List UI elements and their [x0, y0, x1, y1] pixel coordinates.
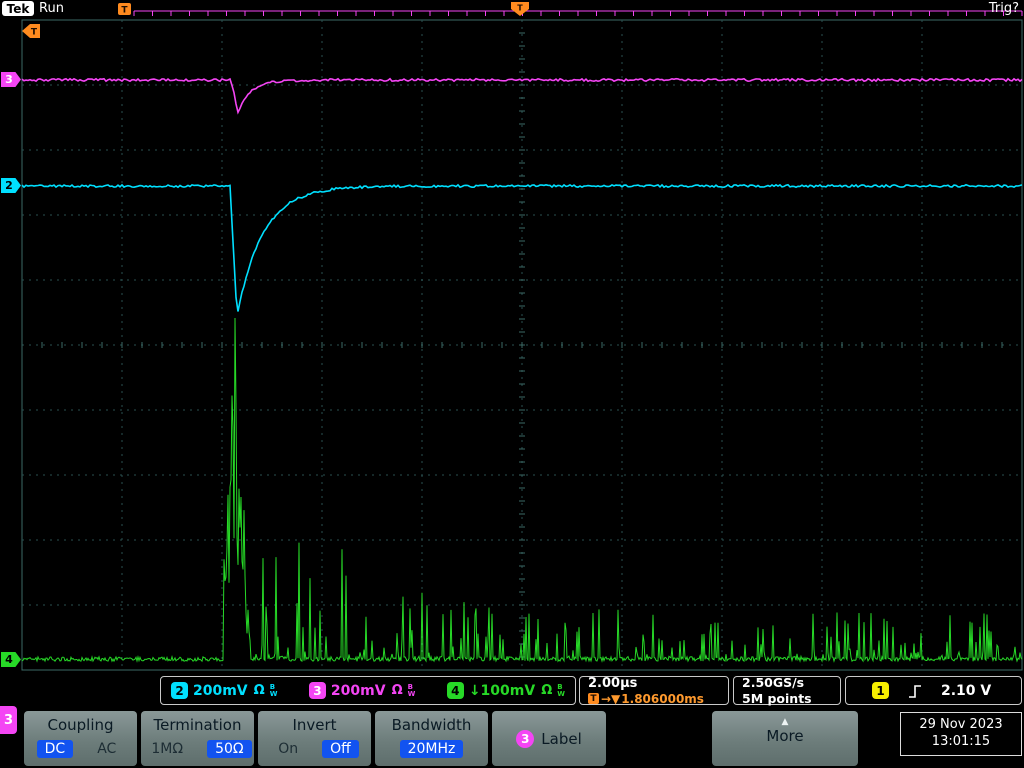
ch3-readout[interactable]: 3 200mV Ω B W: [308, 682, 416, 699]
tek-logo: Tek: [2, 1, 34, 16]
ch4-badge: 4: [446, 682, 464, 699]
delay-readout: T →▼ 1.806000ms: [588, 692, 704, 706]
timebase-value: 2.00µs: [588, 675, 638, 691]
ch2-bandwidth-limit-icon: B W: [269, 683, 278, 698]
termination-options: 1MΩ 50Ω: [143, 740, 252, 758]
trigger-status: Trig?: [988, 1, 1019, 16]
ch3-badge: 3: [308, 682, 326, 699]
record-trigger-label: T: [121, 6, 128, 16]
channel3-menu-tab[interactable]: 3: [0, 706, 17, 734]
bw-bottom: W: [557, 689, 565, 698]
coupling-options: DC AC: [36, 740, 125, 758]
ch3-scale: 200mV: [330, 682, 386, 699]
datetime-display: 29 Nov 2023 13:01:15: [900, 712, 1022, 756]
ch4-impedance: Ω: [541, 683, 553, 698]
more-button[interactable]: ▲ More: [712, 711, 858, 766]
invert-on-option[interactable]: On: [270, 740, 306, 758]
label-title: Label: [541, 729, 582, 748]
date-value: 29 Nov 2023: [919, 717, 1003, 733]
bandwidth-button[interactable]: Bandwidth 20MHz: [375, 711, 488, 766]
invert-off-option[interactable]: Off: [322, 740, 359, 758]
termination-title: Termination: [153, 716, 242, 734]
ch4-scale: ↓100mV: [468, 682, 536, 699]
oscilloscope-screen: T T T Tek Run Trig? 3 2 4 2 200mV Ω B W 3 …: [0, 0, 1024, 768]
waveform-display: T T T: [21, 2, 1023, 671]
trigger-source-badge: 1: [872, 682, 889, 699]
coupling-button[interactable]: Coupling DC AC: [24, 711, 137, 766]
bw-bottom: W: [269, 689, 278, 698]
ch2-badge: 2: [171, 682, 188, 699]
trigger-level-value: 2.10 V: [941, 682, 992, 699]
termination-50ohm-option[interactable]: 50Ω: [207, 740, 252, 758]
ch2-readout[interactable]: 2 200mV Ω B W: [171, 682, 277, 699]
delay-arrows-icon: →▼: [601, 691, 621, 706]
coupling-dc-option[interactable]: DC: [36, 740, 74, 758]
more-title: More: [766, 727, 804, 745]
termination-button[interactable]: Termination 1MΩ 50Ω: [141, 711, 254, 766]
bandwidth-options: 20MHz: [399, 740, 464, 758]
label-ch3-badge: 3: [516, 729, 535, 748]
sample-rate: 2.50GS/s: [742, 675, 805, 690]
horizontal-readout[interactable]: 2.00µs T →▼ 1.806000ms: [579, 675, 729, 706]
ch3-impedance: Ω: [391, 683, 403, 698]
trigger-position-label: T: [517, 4, 523, 13]
delay-value: 1.806000ms: [621, 691, 704, 706]
acquisition-readout[interactable]: 2.50GS/s 5M points: [733, 675, 841, 706]
record-length: 5M points: [742, 691, 812, 706]
bw-bottom: W: [407, 689, 416, 698]
ch4-readout[interactable]: 4 ↓100mV Ω B W: [446, 682, 565, 699]
invert-button[interactable]: Invert On Off: [258, 711, 371, 766]
more-up-arrow-icon: ▲: [781, 717, 789, 727]
rising-edge-icon: [909, 684, 921, 698]
invert-title: Invert: [292, 716, 337, 734]
termination-1mohm-option[interactable]: 1MΩ: [143, 740, 191, 758]
bandwidth-20mhz-option[interactable]: 20MHz: [399, 740, 464, 758]
ch2-scale: 200mV: [193, 682, 248, 699]
ch4-bandwidth-limit-icon: B W: [557, 683, 565, 698]
ch3-bandwidth-limit-icon: B W: [407, 683, 416, 698]
ch2-impedance: Ω: [253, 683, 265, 698]
trigger-t-icon: T: [588, 693, 599, 704]
coupling-ac-option[interactable]: AC: [89, 740, 124, 758]
acquisition-status: Run: [39, 1, 64, 16]
trigger-offscreen-label: T: [31, 28, 38, 38]
invert-options: On Off: [270, 740, 359, 758]
label-button[interactable]: 3 Label: [492, 711, 606, 766]
channel-readouts[interactable]: 2 200mV Ω B W 3 200mV Ω B W 4 ↓100mV Ω B…: [160, 676, 576, 705]
coupling-title: Coupling: [47, 716, 114, 734]
trigger-readout[interactable]: 1 2.10 V: [845, 676, 1022, 705]
bandwidth-title: Bandwidth: [391, 716, 472, 734]
time-value: 13:01:15: [931, 734, 991, 749]
